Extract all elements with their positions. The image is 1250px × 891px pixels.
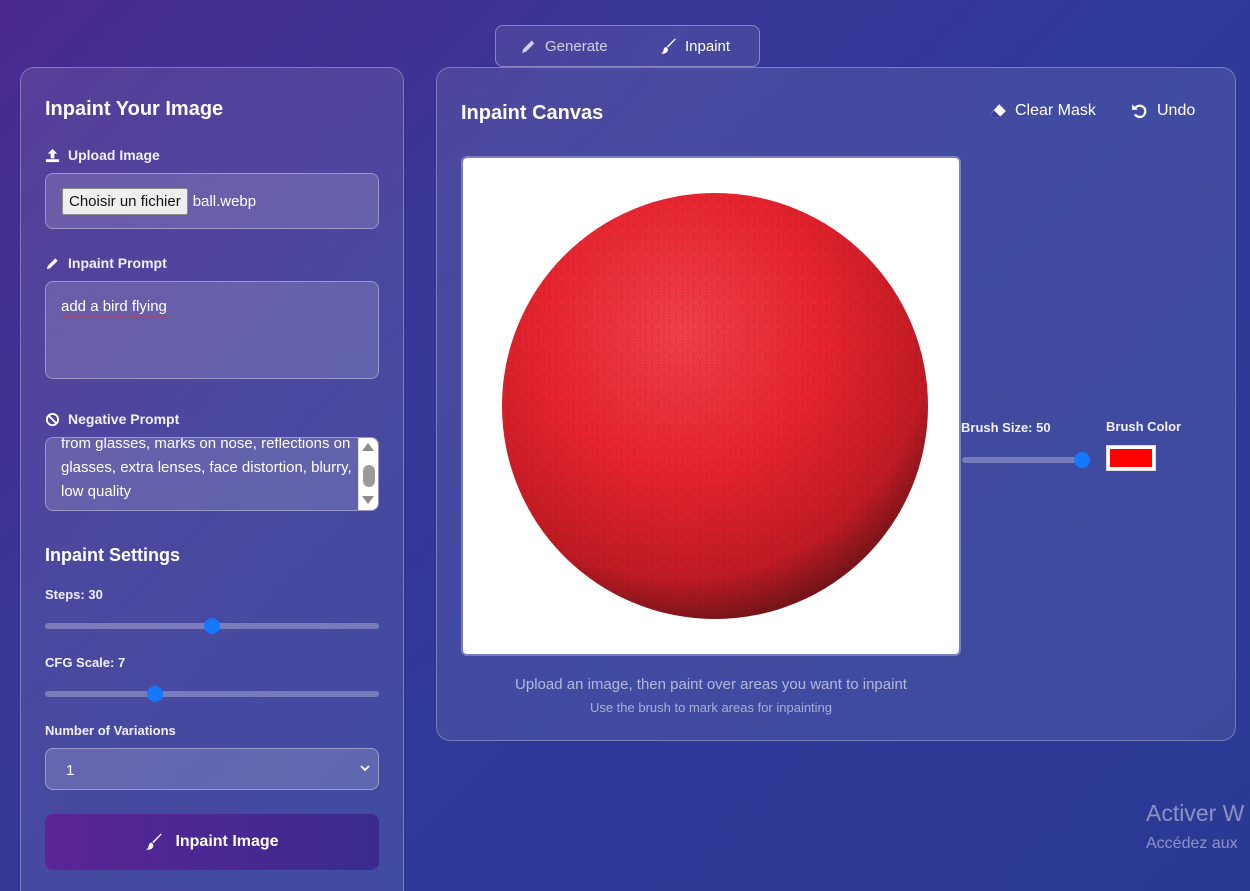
paintbrush-icon (146, 833, 163, 850)
variations-value: 1 (66, 762, 75, 779)
clear-mask-label: Clear Mask (1015, 102, 1096, 119)
canvas-subhint: Use the brush to mark areas for inpainti… (589, 700, 833, 715)
canvas-title: Inpaint Canvas (461, 102, 604, 124)
variations-label: Number of Variations (45, 723, 176, 738)
scroll-thumb[interactable] (363, 465, 375, 487)
tab-inpaint[interactable]: Inpaint (660, 26, 730, 66)
undo-icon (1132, 104, 1147, 119)
ban-icon (45, 412, 60, 426)
cfg-slider-handle[interactable] (146, 686, 163, 702)
negative-prompt-text: from glasses, marks on nose, reflections… (61, 437, 352, 500)
undo-label: Undo (1157, 102, 1196, 119)
negative-label-text: Negative Prompt (68, 411, 180, 427)
scroll-up-icon[interactable] (362, 443, 374, 451)
inpaint-canvas[interactable] (461, 156, 961, 656)
settings-title: Inpaint Settings (45, 545, 180, 565)
mode-tabs: Generate Inpaint (495, 25, 760, 67)
tab-inpaint-label: Inpaint (685, 37, 731, 55)
eraser-icon (990, 104, 1006, 118)
inpaint-image-button[interactable]: Inpaint Image (45, 814, 379, 870)
inpaint-settings-panel: Inpaint Your Image Upload Image Choisir … (20, 67, 404, 891)
upload-label: Upload Image (45, 147, 160, 163)
steps-slider-handle[interactable] (204, 618, 220, 634)
panel-title: Inpaint Your Image (45, 98, 224, 120)
steps-slider[interactable] (45, 618, 379, 634)
activation-watermark-subtitle: Accédez aux (1146, 835, 1238, 852)
inpaint-canvas-panel: Inpaint Canvas Clear Mask Undo Brush Siz… (436, 67, 1236, 741)
pencil-icon (522, 40, 535, 53)
file-upload-field[interactable]: Choisir un fichier ball.webp (45, 173, 379, 229)
steps-label: Steps: 30 (45, 587, 103, 602)
undo-button[interactable]: Undo (1131, 102, 1195, 120)
tab-generate[interactable]: Generate (520, 26, 608, 66)
canvas-hint: Upload an image, then paint over areas y… (515, 676, 907, 693)
cfg-label: CFG Scale: 7 (45, 655, 126, 670)
inpaint-image-label: Inpaint Image (175, 833, 279, 850)
prompt-label-text: Inpaint Prompt (68, 255, 167, 271)
paintbrush-icon (661, 38, 676, 54)
negative-prompt-scrollbar[interactable] (358, 438, 378, 510)
prompt-label: Inpaint Prompt (45, 255, 167, 271)
prompt-text: add a bird flying (61, 298, 167, 315)
inpaint-prompt-input[interactable]: add a bird flying (45, 281, 379, 379)
brush-size-slider[interactable] (962, 452, 1090, 468)
variations-select[interactable]: 1 (45, 748, 379, 790)
negative-prompt-input[interactable]: from glasses, marks on nose, reflections… (45, 437, 379, 511)
choose-file-button[interactable]: Choisir un fichier (62, 187, 188, 215)
upload-icon (45, 148, 60, 162)
scroll-down-icon[interactable] (362, 496, 374, 504)
negative-prompt-label: Negative Prompt (45, 411, 179, 427)
brush-size-label: Brush Size: 50 (961, 420, 1051, 435)
pencil-icon (46, 257, 58, 269)
activation-watermark-title: Activer W (1146, 800, 1245, 826)
upload-label-text: Upload Image (68, 147, 160, 163)
brush-color-label: Brush Color (1106, 419, 1182, 434)
file-name: ball.webp (192, 192, 257, 210)
tab-generate-label: Generate (545, 37, 608, 55)
brush-size-handle[interactable] (1074, 452, 1090, 468)
chevron-down-icon (360, 765, 370, 772)
clear-mask-button[interactable]: Clear Mask (989, 102, 1096, 120)
brush-color-picker[interactable] (1106, 445, 1156, 471)
brush-color-swatch (1110, 449, 1152, 467)
cfg-slider[interactable] (45, 686, 379, 702)
ball-image (502, 193, 928, 619)
